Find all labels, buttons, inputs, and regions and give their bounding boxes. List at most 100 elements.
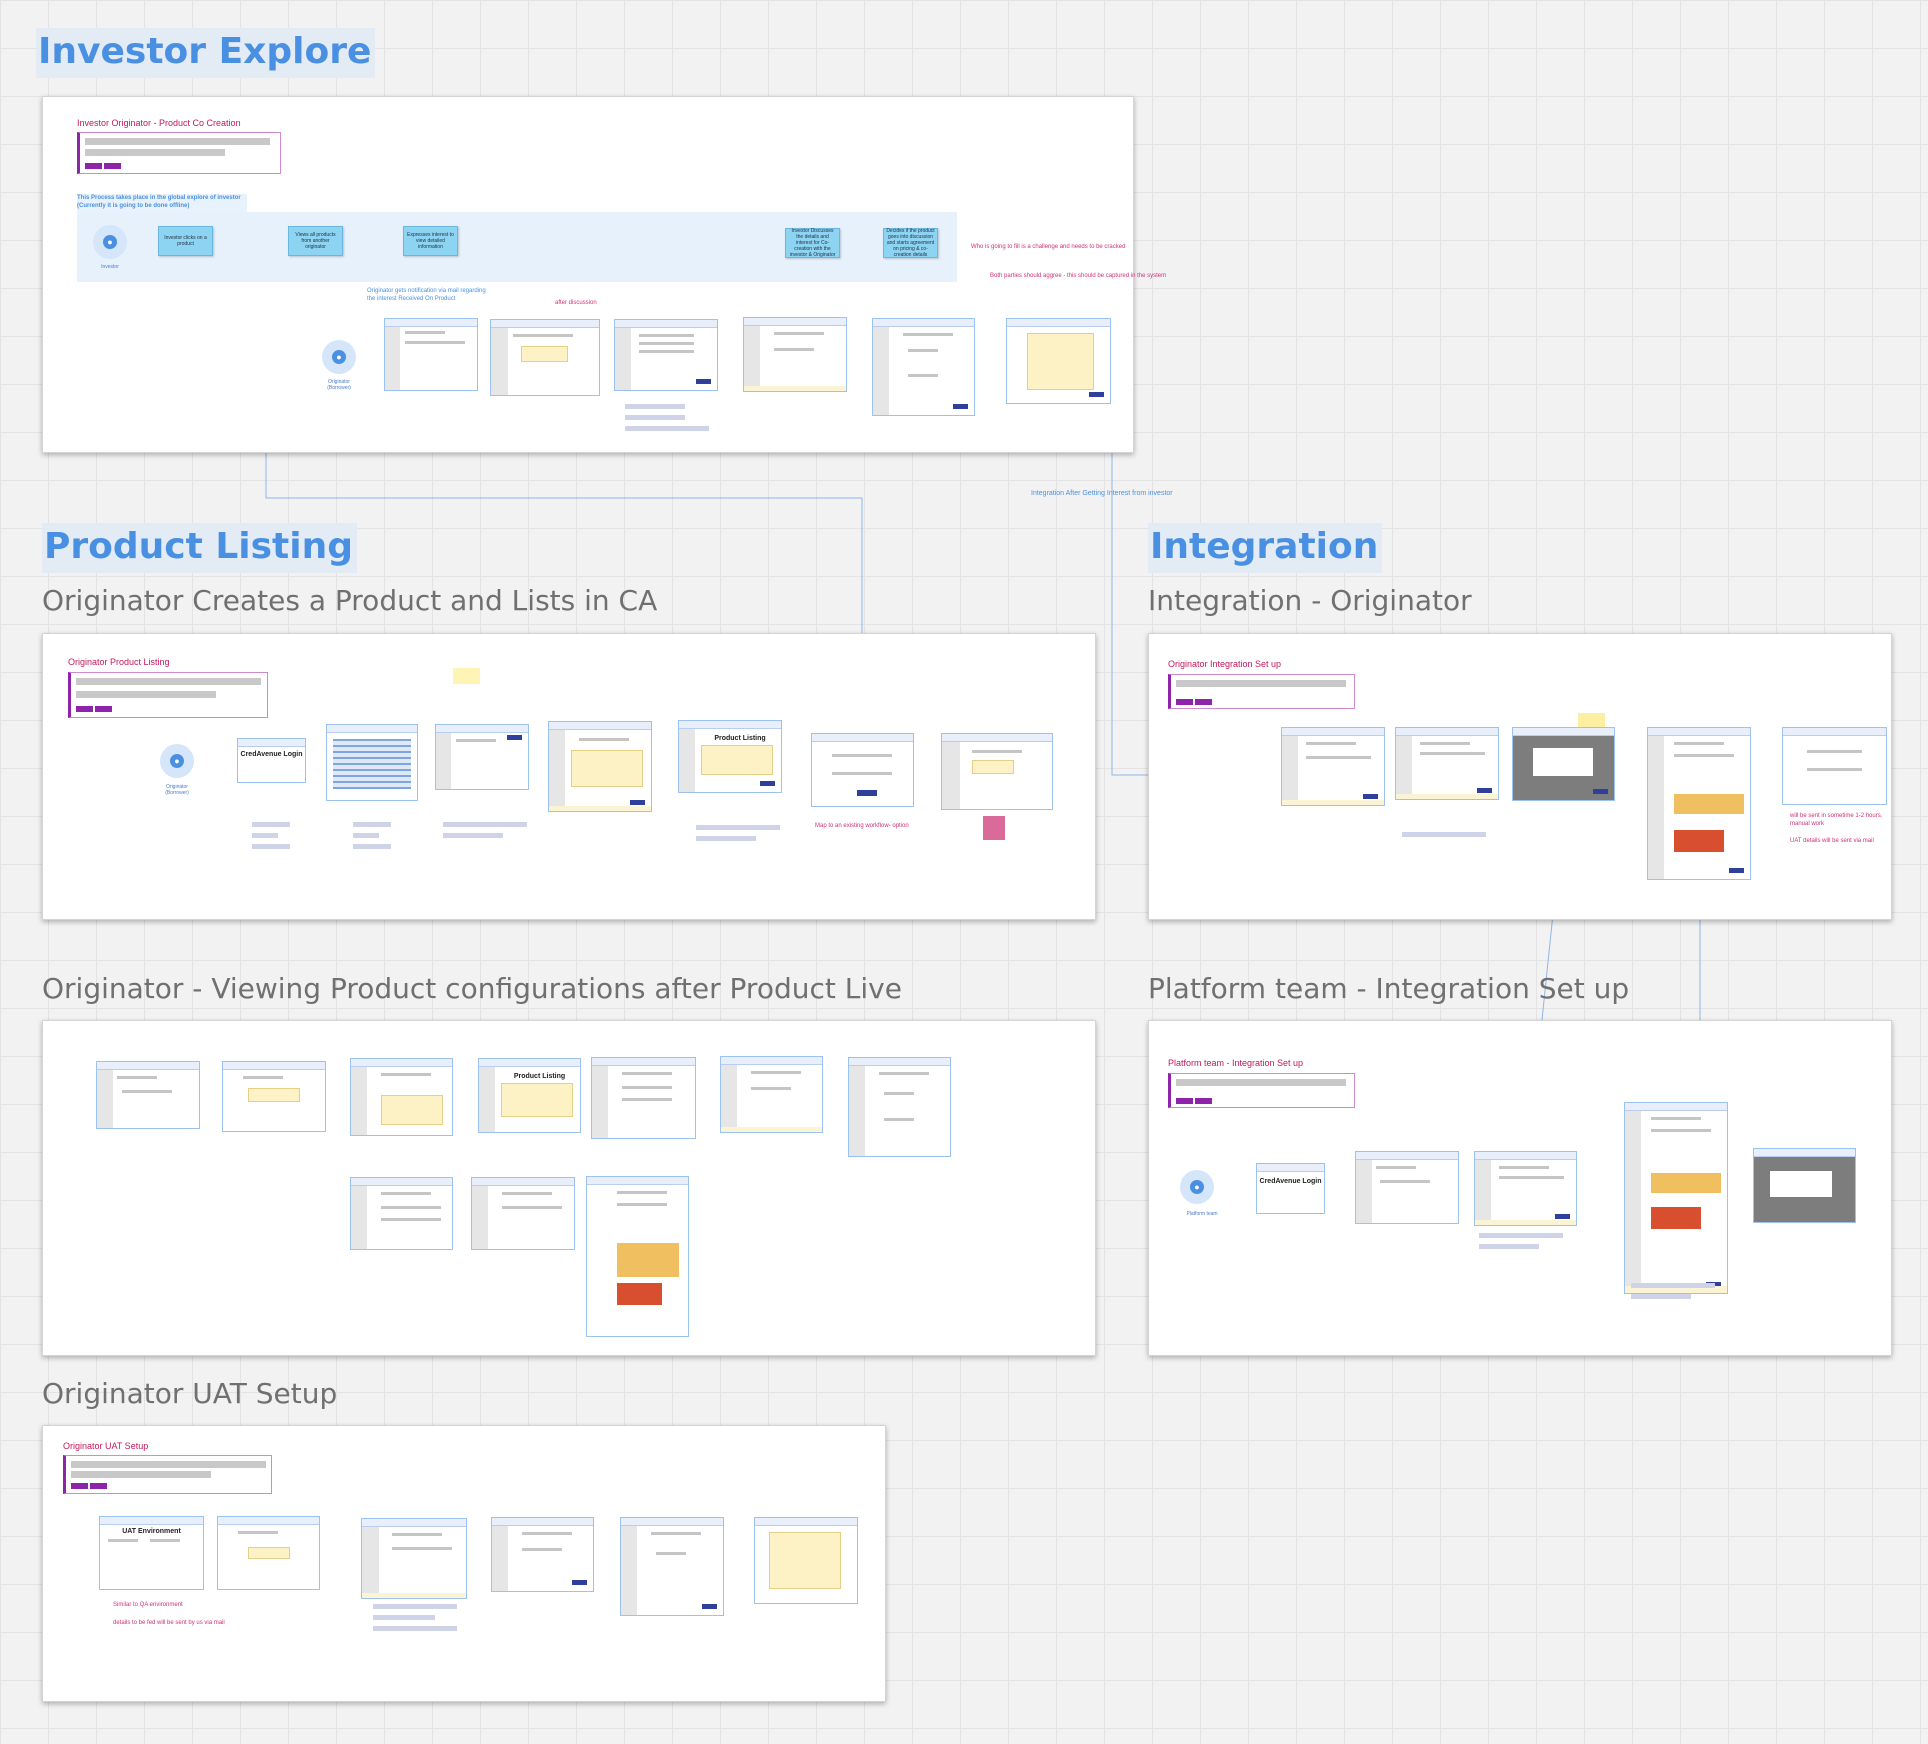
user-icon: ● bbox=[103, 235, 117, 249]
screen-thumbnail[interactable] bbox=[350, 1177, 453, 1250]
description-card bbox=[1168, 674, 1355, 709]
screen-thumbnail[interactable] bbox=[743, 317, 847, 392]
sticky-note-pink[interactable] bbox=[983, 816, 1005, 840]
user-icon: ● bbox=[170, 754, 184, 768]
screen-thumbnail[interactable] bbox=[490, 319, 600, 396]
frame-uat-setup[interactable]: Originator UAT Setup UAT Environment Sim… bbox=[42, 1425, 886, 1702]
description-card bbox=[63, 1455, 272, 1494]
screen-thumbnail[interactable] bbox=[1006, 318, 1111, 404]
screen-thumbnail[interactable] bbox=[872, 318, 975, 416]
subtitle-uat-setup: Originator UAT Setup bbox=[42, 1377, 338, 1410]
originator-label: Originator (Borrower) bbox=[165, 784, 189, 796]
frame-label: Originator Product Listing bbox=[68, 657, 170, 667]
step-box-4[interactable]: Investor Discusses the details and inter… bbox=[785, 228, 840, 258]
description-card bbox=[1168, 1073, 1355, 1108]
sticky-note-yellow[interactable] bbox=[453, 668, 480, 684]
platform-team-label: Platform team bbox=[1186, 1211, 1218, 1217]
screen-thumbnail[interactable] bbox=[361, 1518, 467, 1599]
map-workflow-note: Map to an existing workflow- option bbox=[815, 823, 909, 829]
screen-thumbnail[interactable] bbox=[1355, 1151, 1459, 1224]
login-title: CredAvenue Login bbox=[1259, 1178, 1322, 1185]
frame-platform-team[interactable]: Platform team - Integration Set up ● Pla… bbox=[1148, 1020, 1892, 1356]
login-title: CredAvenue Login bbox=[240, 751, 303, 758]
integration-note-sent: will be sent in sometime 1-2 hours. manu… bbox=[1790, 813, 1883, 827]
login-screen[interactable]: CredAvenue Login bbox=[237, 738, 306, 783]
screen-thumbnail[interactable] bbox=[435, 724, 529, 790]
screen-thumbnail[interactable] bbox=[620, 1517, 724, 1616]
frame-integration-originator[interactable]: Originator Integration Set up will be se… bbox=[1148, 633, 1892, 920]
frame-label: Platform team - Integration Set up bbox=[1168, 1058, 1304, 1068]
originator-avatar: ● bbox=[322, 340, 356, 374]
uat-note-details: details to be fed will be sent by us via… bbox=[113, 1620, 225, 1626]
investor-label: Investor bbox=[101, 264, 119, 270]
description-card bbox=[68, 672, 268, 718]
integration-note: Integration After Getting Interest from … bbox=[1031, 490, 1173, 497]
screen-thumbnail[interactable] bbox=[222, 1061, 326, 1132]
screen-thumbnail[interactable] bbox=[1624, 1102, 1728, 1294]
screen-thumbnail[interactable] bbox=[350, 1058, 453, 1136]
user-icon: ● bbox=[332, 350, 346, 364]
originator-label: Originator (Borrower) bbox=[327, 379, 351, 391]
frame-label: Originator Integration Set up bbox=[1168, 659, 1282, 669]
screen-thumbnail[interactable] bbox=[614, 319, 718, 391]
screen-thumbnail[interactable] bbox=[941, 733, 1053, 810]
frame-investor-explore[interactable]: Investor Originator - Product Co Creatio… bbox=[42, 96, 1166, 453]
product-listing-title: Product Listing bbox=[513, 1073, 566, 1080]
screen-thumbnail[interactable] bbox=[1782, 727, 1887, 805]
screen-thumbnail[interactable] bbox=[848, 1057, 951, 1157]
subtitle-platform-team: Platform team - Integration Set up bbox=[1148, 972, 1630, 1005]
screen-thumbnail[interactable] bbox=[96, 1061, 200, 1129]
modal-screen[interactable] bbox=[1512, 727, 1615, 801]
subtitle-creates-product: Originator Creates a Product and Lists i… bbox=[42, 584, 658, 617]
challenge-note: Who is going to fill is a challenge and … bbox=[971, 244, 1126, 250]
step-box-2[interactable]: Views all products from another originat… bbox=[288, 226, 343, 256]
section-title-product-listing: Product Listing bbox=[42, 523, 358, 573]
subtitle-viewing-config: Originator - Viewing Product configurati… bbox=[42, 972, 902, 1005]
uat-title: UAT Environment bbox=[122, 1528, 181, 1535]
screen-thumbnail[interactable] bbox=[591, 1057, 696, 1139]
frame-viewing-product-configurations[interactable]: Product Listing bbox=[42, 1020, 1096, 1356]
screen-thumbnail[interactable] bbox=[491, 1517, 594, 1592]
section-title-integration: Integration bbox=[1148, 523, 1383, 573]
screen-thumbnail[interactable]: Product Listing bbox=[478, 1058, 581, 1133]
screen-thumbnail[interactable] bbox=[384, 318, 478, 391]
screen-thumbnail[interactable] bbox=[1647, 727, 1751, 880]
screen-thumbnail[interactable] bbox=[811, 733, 914, 807]
section-title-investor-explore: Investor Explore bbox=[36, 28, 376, 78]
product-listing-title: Product Listing bbox=[714, 735, 766, 742]
step-box-1[interactable]: Investor clicks on a product bbox=[158, 226, 213, 256]
uat-note-similar: Similar to QA environment bbox=[113, 1602, 183, 1608]
originator-avatar: ● bbox=[160, 744, 194, 778]
integration-note-uat: UAT details will be sent via mail bbox=[1790, 838, 1874, 844]
login-screen[interactable]: CredAvenue Login bbox=[1256, 1163, 1325, 1214]
agree-note: Both parties should aggree - this should… bbox=[990, 273, 1167, 279]
frame-label: Investor Originator - Product Co Creatio… bbox=[77, 118, 241, 128]
screen-thumbnail[interactable] bbox=[217, 1516, 320, 1590]
screen-thumbnail[interactable] bbox=[326, 724, 418, 801]
screen-thumbnail[interactable] bbox=[1281, 727, 1385, 806]
subtitle-integration-originator: Integration - Originator bbox=[1148, 584, 1472, 617]
step-box-3[interactable]: Expresses interest to view detailed info… bbox=[403, 226, 458, 256]
screen-thumbnail[interactable]: Product Listing bbox=[678, 720, 782, 793]
modal-screen[interactable] bbox=[1753, 1148, 1856, 1223]
frame-label: Originator UAT Setup bbox=[63, 1441, 149, 1451]
mail-note: Originator gets notification via mail re… bbox=[367, 288, 486, 302]
screen-thumbnail[interactable] bbox=[1395, 727, 1499, 800]
process-note: This Process takes place in the global e… bbox=[77, 195, 241, 201]
user-icon: ● bbox=[1190, 1180, 1204, 1194]
screen-thumbnail[interactable] bbox=[548, 721, 652, 812]
after-discussion-note: after discussion bbox=[555, 300, 597, 306]
screen-thumbnail[interactable] bbox=[720, 1056, 823, 1133]
investor-avatar: ● bbox=[93, 225, 127, 259]
step-box-5[interactable]: Decides if the product goes into discuss… bbox=[883, 228, 938, 258]
screen-thumbnail[interactable] bbox=[586, 1176, 689, 1337]
screen-thumbnail[interactable] bbox=[1474, 1151, 1577, 1226]
screen-thumbnail[interactable] bbox=[471, 1177, 575, 1250]
description-card bbox=[77, 132, 281, 174]
process-note-offline: (Currently it is going to be done offlin… bbox=[77, 203, 190, 209]
platform-team-avatar: ● bbox=[1180, 1170, 1214, 1204]
process-note-box: This Process takes place in the global e… bbox=[77, 194, 247, 212]
frame-product-listing[interactable]: Originator Product Listing ● Originator … bbox=[42, 633, 1096, 920]
uat-screen[interactable]: UAT Environment bbox=[99, 1516, 204, 1590]
screen-thumbnail[interactable] bbox=[754, 1517, 858, 1604]
